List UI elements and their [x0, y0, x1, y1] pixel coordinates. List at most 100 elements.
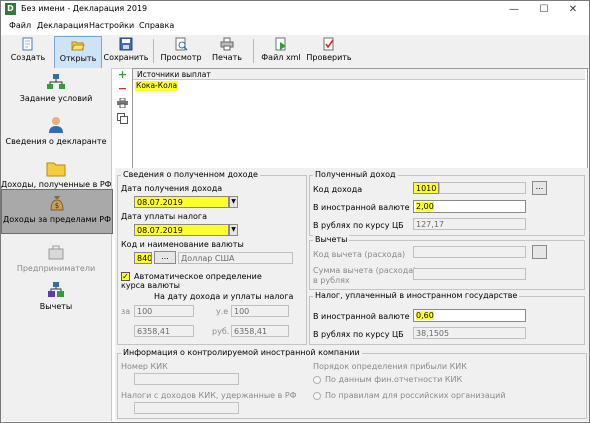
currency-label: Код и наименование валюты [121, 240, 244, 249]
copy-icon[interactable] [117, 113, 128, 124]
kik-option-1-label: По данным фин.отчетности КИК [325, 375, 463, 384]
received-income-title: Полученный доход [313, 170, 398, 179]
receipt-date-label: Дата получения дохода [121, 184, 223, 193]
deduction-code-field [413, 246, 526, 258]
app-icon: D [5, 3, 16, 15]
printer-icon[interactable] [117, 98, 128, 108]
tax-foreign-field[interactable]: 0,60 [413, 309, 526, 322]
toolbar-separator [153, 39, 154, 63]
create-label: Создать [10, 53, 46, 62]
menu-help[interactable]: Справка [139, 21, 174, 30]
print-button[interactable]: Печать [206, 36, 248, 67]
kik-number-field [134, 373, 239, 385]
receipt-date-field[interactable]: 08.07.2019 [134, 196, 229, 208]
menu-settings[interactable]: Настройки [89, 21, 134, 30]
tax-date-field[interactable]: 08.07.2019 [134, 224, 229, 236]
minimize-button[interactable]: — [502, 2, 526, 17]
maximize-button[interactable]: ☐ [532, 2, 556, 17]
sources-header: Источники выплат [133, 69, 585, 80]
printer-icon [220, 37, 234, 51]
auto-rate-label: Автоматическое определение [134, 272, 262, 281]
floppy-disk-icon [119, 37, 133, 51]
menu-file[interactable]: Файл [9, 21, 31, 30]
chevron-down-icon[interactable]: ▼ [229, 224, 238, 236]
tax-foreign-value: 0,60 [416, 311, 434, 320]
income-code-label: Код дохода [313, 185, 363, 194]
window-title: Без имени - Декларация 2019 [21, 4, 148, 13]
kik-taxes-label: Налоги с доходов КИК, удержанные в РФ [121, 391, 297, 400]
chevron-down-icon[interactable]: ▼ [229, 196, 238, 208]
xml-file-label: Файл xml [261, 53, 301, 62]
deduction-sum-field [413, 268, 526, 280]
xml-file-icon [275, 37, 286, 51]
open-label: Открыть [59, 54, 97, 63]
save-label: Сохранить [103, 53, 149, 62]
nav-label: Предприниматели [16, 264, 96, 273]
check-button[interactable]: Проверить [306, 36, 352, 67]
tax-rub-field: 38,1505 [413, 327, 526, 339]
deduction-code-label: Код вычета (расхода) [313, 250, 406, 259]
save-button[interactable]: Сохранить [102, 36, 150, 67]
auto-rate-label-2: курса валюты [121, 281, 180, 290]
deduction-sum-label-2: в рублях [313, 276, 350, 285]
folder-icon [46, 162, 66, 177]
currency-select-button[interactable]: ... [154, 251, 176, 264]
foreign-currency-label: В иностранной валюте [313, 203, 410, 212]
person-icon [49, 117, 63, 133]
entrepreneur-icon [48, 245, 64, 260]
money-bag-icon: $ [50, 196, 64, 211]
preview-button[interactable]: Просмотр [158, 36, 204, 67]
check-label: Проверить [306, 53, 352, 62]
close-button[interactable]: ✕ [561, 2, 585, 17]
kik-taxes-field [134, 402, 239, 414]
deduction-sum-label: Сумма вычета (расхода) [313, 266, 417, 275]
conditions-icon [47, 74, 65, 89]
rub-label: руб. [212, 327, 230, 336]
open-button[interactable]: Открыть [54, 36, 102, 69]
za-label: за [121, 307, 131, 316]
currency-name-field: Доллар США [178, 252, 293, 264]
nav-label: Сведения о декларанте [5, 137, 107, 146]
toolbar-separator [253, 39, 254, 63]
kik-option-2-label: По правилам для российских организаций [325, 391, 506, 400]
print-label: Печать [212, 53, 242, 62]
remove-source-button[interactable]: − [116, 83, 129, 95]
tax-rub-label: В рублях по курсу ЦБ [313, 330, 404, 339]
source-row[interactable]: Кока-Кола [135, 81, 178, 91]
income-code-select-button[interactable]: ... [532, 181, 547, 195]
kik-option-1-radio[interactable] [313, 376, 321, 384]
xml-file-button[interactable]: Файл xml [259, 36, 303, 67]
nav-label: Вычеты [39, 302, 73, 311]
foreign-currency-field[interactable]: 2,00 [413, 200, 526, 213]
rub-field-1: 6358,41 [134, 325, 194, 337]
rub-cb-field: 127,17 [413, 218, 526, 230]
menu-declaration[interactable]: Декларация [37, 21, 88, 30]
nav-label: Доходы, полученные в РФ [1, 180, 112, 189]
rub-cb-label: В рублях по курсу ЦБ [313, 221, 404, 230]
create-button[interactable]: Создать [4, 36, 52, 67]
kik-option-2-radio[interactable] [313, 392, 321, 400]
tax-foreign-label: В иностранной валюте [313, 312, 410, 321]
open-folder-icon [71, 41, 85, 51]
add-source-button[interactable]: + [116, 69, 129, 81]
preview-icon [175, 37, 188, 51]
new-file-icon [22, 37, 33, 51]
deduction-select-button [532, 245, 547, 259]
foreign-tax-title: Налог, уплаченный в иностранном государс… [313, 291, 520, 300]
za-field: 100 [134, 305, 194, 317]
auto-rate-checkbox[interactable]: ✓ [121, 272, 130, 281]
kik-title: Информация о контролируемой иностранной … [121, 348, 362, 357]
nav-income-abroad[interactable]: $ Доходы за пределами РФ [1, 189, 113, 234]
kik-profit-label: Порядок определения прибыли КИК [313, 362, 467, 371]
nav-deductions[interactable]: Вычеты [1, 277, 111, 324]
nav-conditions[interactable]: Задание условий [1, 69, 111, 116]
income-code-field[interactable]: 1010 [413, 182, 439, 194]
currency-code-field[interactable]: 840 [134, 252, 152, 264]
preview-label: Просмотр [160, 53, 202, 62]
deductions-icon [48, 282, 64, 297]
sources-list[interactable] [132, 68, 588, 169]
foreign-currency-value: 2,00 [416, 202, 434, 211]
nav-declarant[interactable]: Сведения о декларанте [1, 112, 111, 159]
rate-date-label: На дату дохода и уплаты налога [154, 292, 294, 301]
deductions-title: Вычеты [313, 235, 350, 244]
